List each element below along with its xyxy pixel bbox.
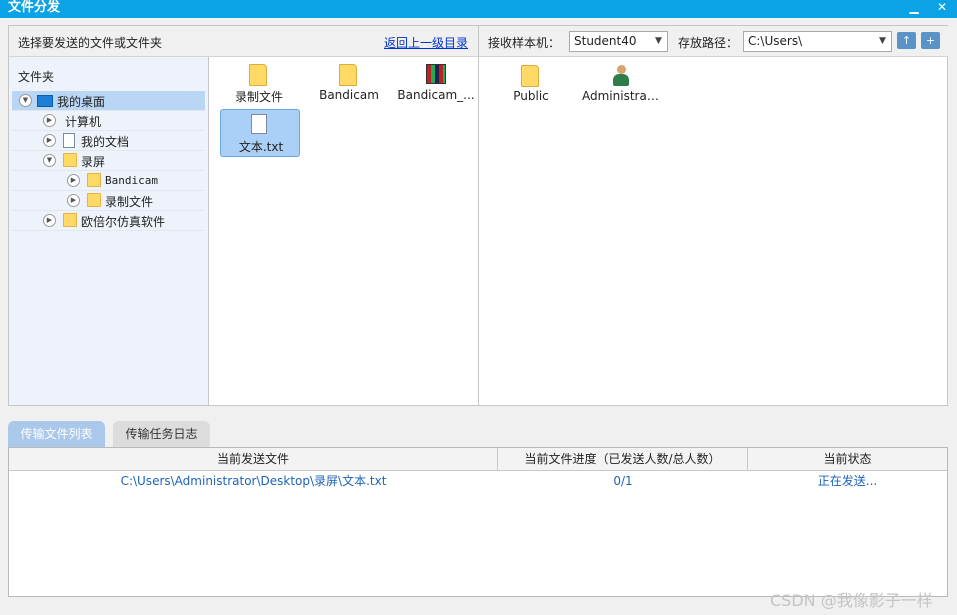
folder-tree: ▼ 我的桌面 ▶ 计算机 ▶ 我的文档 ▼ 录屏 ▶ Bandicam ▶ 录制…: [12, 91, 205, 231]
table-header: 当前发送文件 当前文件进度（已发送人数/总人数） 当前状态: [9, 448, 947, 471]
path-select-value: C:\Users\: [748, 34, 803, 48]
tree-item-label: 我的文档: [81, 135, 130, 149]
file-item[interactable]: Bandicam_...: [396, 60, 476, 108]
remote-pane-header: 接收样本机： Student40 ▼ 存放路径： C:\Users\ ▼ ↑ +: [479, 26, 948, 57]
tab-transfer-list[interactable]: 传输文件列表: [8, 421, 105, 448]
expand-toggle-icon[interactable]: ▶: [43, 134, 56, 147]
watermark: CSDN @我像影子一样: [770, 591, 933, 610]
folder-icon: [249, 64, 267, 86]
tree-item-label: 录制文件: [105, 195, 154, 209]
folder-icon: [63, 213, 77, 227]
remote-item-label: Administrat...: [582, 89, 662, 103]
select-prompt: 选择要发送的文件或文件夹: [18, 36, 163, 50]
folder-icon: [87, 173, 101, 187]
chevron-down-icon: ▼: [879, 36, 886, 46]
new-folder-icon[interactable]: +: [921, 32, 940, 49]
file-item[interactable]: Bandicam: [309, 60, 389, 108]
tree-item-computer[interactable]: ▶ 计算机: [12, 111, 205, 131]
file-item-label: Bandicam_...: [397, 88, 475, 102]
tree-item-label: 欧倍尔仿真软件: [81, 215, 166, 229]
desktop-icon: [37, 95, 53, 107]
tree-item-desktop[interactable]: ▼ 我的桌面: [12, 91, 205, 111]
text-file-icon: [251, 114, 267, 134]
tree-item-recordings[interactable]: ▼ 录屏: [12, 151, 205, 171]
minimize-button[interactable]: ▁: [906, 0, 922, 16]
remote-item-label: Public: [513, 89, 549, 103]
tree-item-recorded-files[interactable]: ▶ 录制文件: [12, 191, 205, 211]
tree-item-label: 我的桌面: [57, 95, 106, 109]
tree-item-bandicam[interactable]: ▶ Bandicam: [12, 171, 205, 191]
folder-up-icon[interactable]: ↑: [897, 32, 916, 49]
tab-transfer-log[interactable]: 传输任务日志: [113, 421, 210, 448]
close-button[interactable]: ✕: [934, 0, 950, 16]
folder-tree-pane: 文件夹 ▼ 我的桌面 ▶ 计算机 ▶ 我的文档 ▼ 录屏 ▶ Bandicam …: [9, 57, 209, 405]
remote-item[interactable]: Public: [491, 61, 571, 109]
path-label: 存放路径：: [678, 36, 739, 50]
archive-icon: [426, 64, 446, 84]
table-row[interactable]: C:\Users\Administrator\Desktop\录屏\文本.txt…: [9, 471, 947, 491]
collapse-toggle-icon[interactable]: ▼: [19, 94, 32, 107]
file-item-selected[interactable]: 文本.txt: [220, 109, 300, 157]
folder-tree-title: 文件夹: [18, 70, 55, 84]
tree-item-label: 计算机: [65, 115, 102, 129]
expand-toggle-icon[interactable]: ▶: [43, 214, 56, 227]
main-panel: 选择要发送的文件或文件夹 返回上一级目录 接收样本机： Student40 ▼ …: [8, 25, 948, 406]
documents-icon: [63, 133, 75, 148]
file-item[interactable]: 录制文件: [219, 60, 299, 108]
collapse-toggle-icon[interactable]: ▼: [43, 154, 56, 167]
file-item-label: Bandicam: [319, 88, 379, 102]
expand-toggle-icon[interactable]: ▶: [67, 194, 80, 207]
transfer-table: 当前发送文件 当前文件进度（已发送人数/总人数） 当前状态 C:\Users\A…: [8, 447, 948, 597]
tree-item-simulation-software[interactable]: ▶ 欧倍尔仿真软件: [12, 211, 205, 231]
chevron-down-icon: ▼: [655, 36, 662, 46]
folder-icon: [87, 193, 101, 207]
tree-item-label: 录屏: [81, 155, 106, 169]
remote-item[interactable]: Administrat...: [582, 61, 662, 109]
back-to-parent-link[interactable]: 返回上一级目录: [384, 34, 468, 51]
cell-status: 正在发送...: [817, 474, 878, 488]
file-item-label: 录制文件: [234, 90, 283, 104]
host-select[interactable]: Student40 ▼: [569, 31, 668, 52]
local-file-list: 录制文件 Bandicam Bandicam_... 文本.txt: [209, 57, 479, 405]
window-title: 文件分发: [8, 0, 61, 15]
expand-toggle-icon[interactable]: ▶: [43, 114, 56, 127]
local-pane-header: 选择要发送的文件或文件夹 返回上一级目录: [9, 26, 479, 57]
user-folder-icon: [612, 65, 630, 87]
host-label: 接收样本机：: [488, 36, 561, 50]
host-select-value: Student40: [574, 34, 637, 48]
cell-file-path: C:\Users\Administrator\Desktop\录屏\文本.txt: [120, 474, 387, 488]
folder-icon: [339, 64, 357, 86]
file-item-label: 文本.txt: [238, 140, 284, 154]
tree-item-label: Bandicam: [105, 174, 158, 187]
folder-icon: [63, 153, 77, 167]
tree-item-documents[interactable]: ▶ 我的文档: [12, 131, 205, 151]
column-header-status[interactable]: 当前状态: [748, 448, 947, 471]
path-select[interactable]: C:\Users\ ▼: [743, 31, 892, 52]
title-bar: 文件分发 ▁ ✕: [0, 0, 957, 18]
remote-file-list: Public Administrat...: [480, 57, 947, 405]
cell-progress: 0/1: [613, 474, 633, 488]
column-header-current-file[interactable]: 当前发送文件: [9, 448, 498, 471]
column-header-progress[interactable]: 当前文件进度（已发送人数/总人数）: [498, 448, 748, 471]
folder-icon: [521, 65, 539, 87]
expand-toggle-icon[interactable]: ▶: [67, 174, 80, 187]
